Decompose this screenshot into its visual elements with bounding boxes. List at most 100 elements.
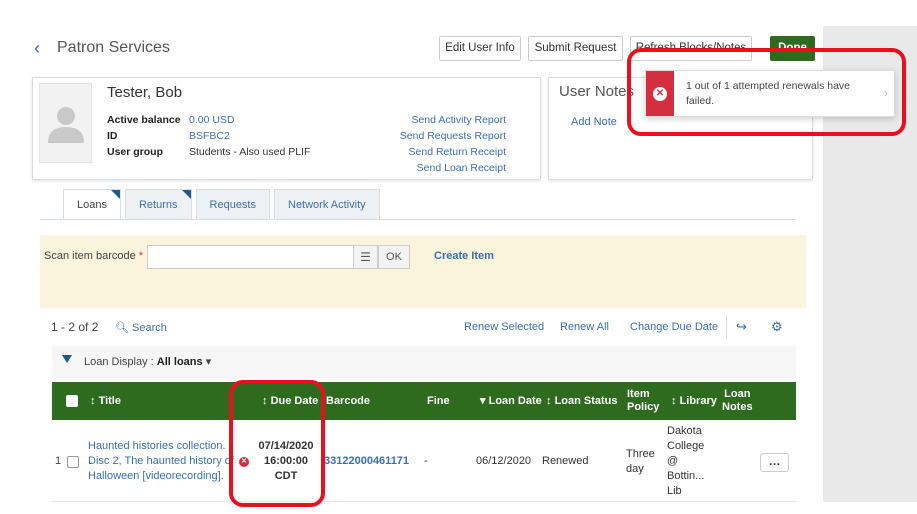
row-due-date-line-2: 16:00:00 <box>263 455 309 467</box>
send-requests-report-link[interactable]: Send Requests Report <box>400 130 506 142</box>
filter-value: All loans <box>156 356 203 368</box>
export-icon[interactable]: ↪ <box>736 319 747 335</box>
column-item-policy-label-1: Item <box>627 388 650 400</box>
column-loan-date[interactable]: ▾ Loan Date <box>480 382 542 420</box>
send-activity-report-link[interactable]: Send Activity Report <box>411 114 506 126</box>
tab-returns-label: Returns <box>138 199 178 211</box>
select-all-checkbox[interactable] <box>66 395 78 407</box>
user-group-row: User group Students - Also used PLIF <box>107 146 310 158</box>
row-number: 1 <box>55 455 62 467</box>
user-group-value: Students - Also used PLIF <box>189 146 311 158</box>
row-title-line-3: Halloween [videorecording]. <box>88 470 224 482</box>
column-loan-notes[interactable]: Loan Notes <box>722 382 753 420</box>
chevron-right-icon[interactable]: › <box>884 86 888 100</box>
row-library-line-1: Dakota <box>667 425 702 437</box>
filter-bar: Loan Display : All loans ▾ <box>52 346 796 378</box>
scan-barcode-input[interactable] <box>147 245 354 269</box>
done-button[interactable]: Done <box>770 36 815 61</box>
row-due-date-line-1: 07/14/2020 <box>258 440 314 452</box>
tab-returns[interactable]: Returns <box>124 189 192 219</box>
renew-all-link[interactable]: Renew All <box>560 321 609 333</box>
column-title[interactable]: ↕ Title <box>90 382 121 420</box>
toast-message: 1 out of 1 attempted renewals have faile… <box>686 80 851 107</box>
column-loan-status-label: Loan Status <box>554 394 618 407</box>
chevron-left-icon[interactable]: ‹ <box>34 38 40 59</box>
loan-display-filter[interactable]: Loan Display : All loans ▾ <box>84 355 211 368</box>
column-library[interactable]: ↕ Library <box>671 382 717 420</box>
filter-icon[interactable] <box>62 355 72 363</box>
column-fine[interactable]: Fine <box>427 382 450 420</box>
result-count: 1 - 2 of 2 <box>51 320 99 334</box>
table-row: 1 Haunted histories collection. Disc 2, … <box>52 420 796 502</box>
sort-icon: ↕ <box>671 394 677 407</box>
column-barcode[interactable]: Barcode <box>326 382 370 420</box>
loans-table-header: ↕ Title ↕ Due Date Barcode Fine ▾ Loan D… <box>52 382 796 420</box>
tab-requests[interactable]: Requests <box>195 189 270 219</box>
submit-request-button[interactable]: Submit Request <box>528 36 623 61</box>
row-library-line-2: College <box>667 440 705 452</box>
gear-icon[interactable]: ⚙ <box>771 319 783 335</box>
tab-flag-icon <box>181 190 191 199</box>
tab-loans-label: Loans <box>77 199 107 211</box>
user-group-label: User group <box>107 146 164 158</box>
row-due-date: 07/14/2020 16:00:00 CDT <box>252 439 320 484</box>
row-library-line-5: Lib <box>667 485 682 497</box>
row-title-line-1: Haunted histories collection. <box>88 440 226 452</box>
scan-item-barcode-label: Scan item barcode * <box>44 250 143 262</box>
row-item-policy-line-1: Three <box>626 448 655 460</box>
sort-icon: ↕ <box>90 394 96 407</box>
column-due-date-label: Due Date <box>270 394 319 407</box>
send-loan-receipt-link[interactable]: Send Loan Receipt <box>417 162 506 174</box>
patron-services-page: ‹ Patron Services Edit User Info Submit … <box>0 0 917 514</box>
user-notes-title: User Notes <box>559 83 635 100</box>
more-icon[interactable]: … <box>760 453 789 472</box>
sort-icon: ↕ <box>262 394 268 407</box>
row-item-policy: Three day <box>626 447 655 477</box>
column-item-policy[interactable]: Item Policy <box>627 382 659 420</box>
send-return-receipt-link[interactable]: Send Return Receipt <box>409 146 506 158</box>
tab-divider <box>40 219 796 220</box>
row-due-date-line-3: CDT <box>274 470 298 482</box>
column-library-label: Library <box>679 394 717 407</box>
id-row: ID BSFBC2 <box>107 130 230 142</box>
search-link[interactable]: 🔍︎ Search <box>115 321 167 334</box>
row-library: Dakota College @ Bottin... Lib <box>667 424 704 499</box>
filter-label: Loan Display : <box>84 356 154 368</box>
tab-flag-icon <box>110 190 120 199</box>
toolbar-divider <box>726 315 727 339</box>
required-mark: * <box>138 250 144 262</box>
column-loan-notes-label-1: Loan <box>724 388 751 400</box>
column-fine-label: Fine <box>427 394 450 407</box>
patron-card: Tester, Bob Active balance 0.00 USD ID BSF… <box>32 77 541 180</box>
sort-desc-icon: ▾ <box>480 394 486 407</box>
column-item-policy-label-2: Policy <box>627 401 660 413</box>
renewal-failed-toast[interactable]: ✕ 1 out of 1 attempted renewals have fai… <box>645 70 895 117</box>
list-icon[interactable]: ☰ <box>353 245 378 269</box>
add-note-link[interactable]: Add Note <box>571 116 617 128</box>
row-title-link[interactable]: Haunted histories collection. Disc 2, Th… <box>88 439 238 484</box>
create-item-link[interactable]: Create Item <box>434 250 494 262</box>
toast-error-stripe: ✕ <box>646 71 674 116</box>
active-balance-value[interactable]: 0.00 USD <box>189 114 235 126</box>
tab-network-activity[interactable]: Network Activity <box>274 189 380 219</box>
change-due-date-link[interactable]: Change Due Date <box>630 321 718 333</box>
row-title-line-2: Disc 2, The haunted history of <box>88 455 234 467</box>
edit-user-info-button[interactable]: Edit User Info <box>439 36 521 61</box>
column-loan-status[interactable]: ↕ Loan Status <box>546 382 618 420</box>
row-barcode-link[interactable]: 33122000461171 <box>324 455 409 467</box>
row-loan-status: Renewed <box>542 455 589 467</box>
column-barcode-label: Barcode <box>326 394 371 407</box>
row-library-line-3: @ <box>667 455 679 467</box>
sort-icon: ↕ <box>546 394 552 407</box>
ok-button[interactable]: OK <box>378 245 410 269</box>
row-checkbox[interactable] <box>67 456 79 468</box>
id-value[interactable]: BSFBC2 <box>189 130 230 142</box>
caret-down-icon: ▾ <box>205 356 212 368</box>
active-balance-row: Active balance 0.00 USD <box>107 114 235 126</box>
tab-loans[interactable]: Loans <box>63 189 121 219</box>
tab-network-activity-label: Network Activity <box>288 199 366 211</box>
refresh-blocks-notes-button[interactable]: Refresh Blocks/Notes <box>630 36 752 61</box>
column-due-date[interactable]: ↕ Due Date <box>262 382 318 420</box>
renew-selected-link[interactable]: Renew Selected <box>464 321 544 333</box>
page-title: Patron Services <box>57 39 170 56</box>
